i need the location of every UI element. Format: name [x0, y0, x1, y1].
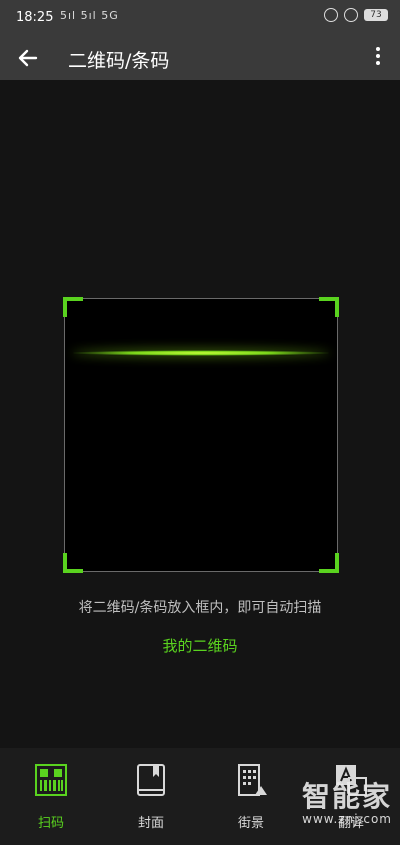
watermark-title: 智能家 — [301, 780, 392, 813]
scan-corner-bottom-right — [319, 553, 339, 573]
street-view-icon — [238, 764, 267, 796]
scan-frame — [63, 297, 339, 573]
tab-label: 扫码 — [37, 816, 64, 831]
my-qr-code-link[interactable]: 我的二维码 — [0, 635, 400, 656]
network-type: 5G — [101, 9, 119, 22]
status-icons: 73 — [324, 8, 388, 22]
qr-scan-icon — [35, 764, 67, 796]
battery-icon: 73 — [364, 9, 388, 21]
scan-corner-bottom-left — [63, 553, 83, 573]
scan-hint: 将二维码/条码放入框内，即可自动扫描 — [78, 600, 322, 616]
status-bar: 18:25 5ıl 5ıl 5G 73 — [0, 0, 400, 36]
more-options-icon[interactable] — [374, 44, 382, 72]
alarm-icon — [344, 8, 358, 22]
back-arrow-icon[interactable] — [14, 44, 42, 72]
page-title: 二维码/条码 — [68, 50, 170, 72]
scan-corner-top-left — [63, 297, 83, 317]
signal-indicator: 5ıl 5ıl 5G — [60, 9, 119, 22]
tab-label: 街景 — [237, 816, 264, 831]
signal-strength: 5ıl 5ıl — [60, 9, 97, 22]
tab-cover[interactable]: 封面 — [121, 762, 181, 831]
status-time: 18:25 — [16, 10, 54, 25]
scan-laser-line — [73, 350, 329, 356]
scan-corner-top-right — [319, 297, 339, 317]
book-icon — [137, 764, 165, 796]
tab-scan[interactable]: 扫码 — [21, 762, 81, 831]
watermark: 智能家 www.znj.com — [301, 780, 392, 827]
app-bar: 二维码/条码 — [0, 36, 400, 80]
watermark-url: www.znj.com — [302, 812, 392, 826]
tab-label: 封面 — [137, 816, 164, 831]
tab-street-view[interactable]: 街景 — [221, 762, 281, 831]
lock-rotation-icon — [324, 8, 338, 22]
